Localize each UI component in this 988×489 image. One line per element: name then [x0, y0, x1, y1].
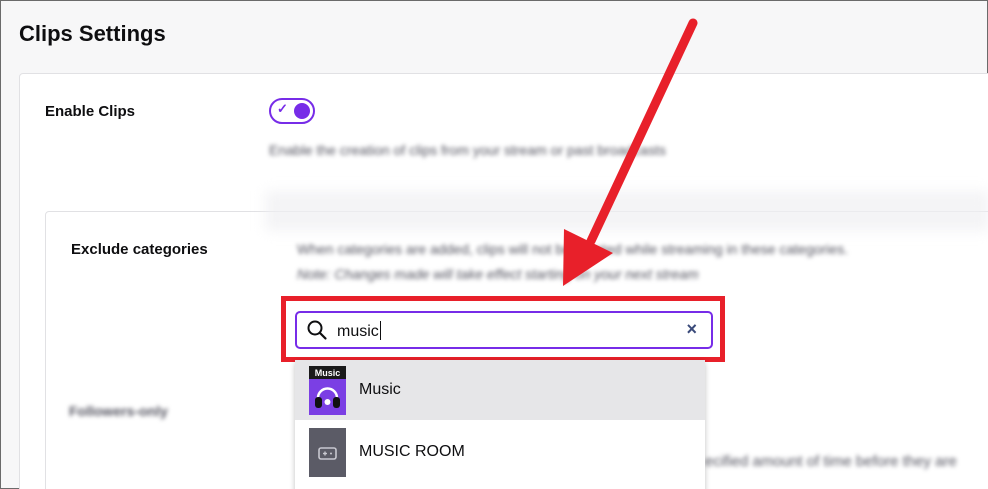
enable-clips-description: Enable the creation of clips from your s… [269, 142, 666, 158]
exclude-categories-note: Note: Changes made will take effect star… [297, 266, 699, 282]
enable-clips-label: Enable Clips [45, 103, 136, 120]
category-results-dropdown: Music Music MUSIC ROOM [295, 360, 705, 489]
search-icon [307, 320, 327, 340]
close-icon[interactable]: × [686, 319, 697, 340]
page-title: Clips Settings [19, 21, 166, 46]
followers-only-label: Followers-only [69, 403, 168, 419]
category-option-label: Music [359, 381, 401, 398]
blur-band [265, 191, 988, 231]
thumb-caption: Music [315, 368, 341, 378]
followers-only-description: ecified amount of time before they are [705, 453, 957, 470]
search-query-text: music [337, 323, 379, 340]
toggle-knob [294, 103, 310, 119]
category-option-label: MUSIC ROOM [359, 443, 465, 460]
category-option-music-room[interactable]: MUSIC ROOM [295, 422, 705, 482]
enable-clips-toggle[interactable]: ✓ [269, 98, 315, 124]
exclude-categories-label: Exclude categories [71, 241, 208, 258]
gamepad-placeholder-icon [309, 428, 346, 477]
category-search-input[interactable]: music × [295, 311, 713, 349]
category-option-music[interactable]: Music Music [295, 360, 705, 420]
music-category-thumbnail: Music [309, 366, 346, 415]
exclude-categories-description: When categories are added, clips will no… [297, 241, 848, 257]
checkmark-icon: ✓ [277, 101, 288, 116]
